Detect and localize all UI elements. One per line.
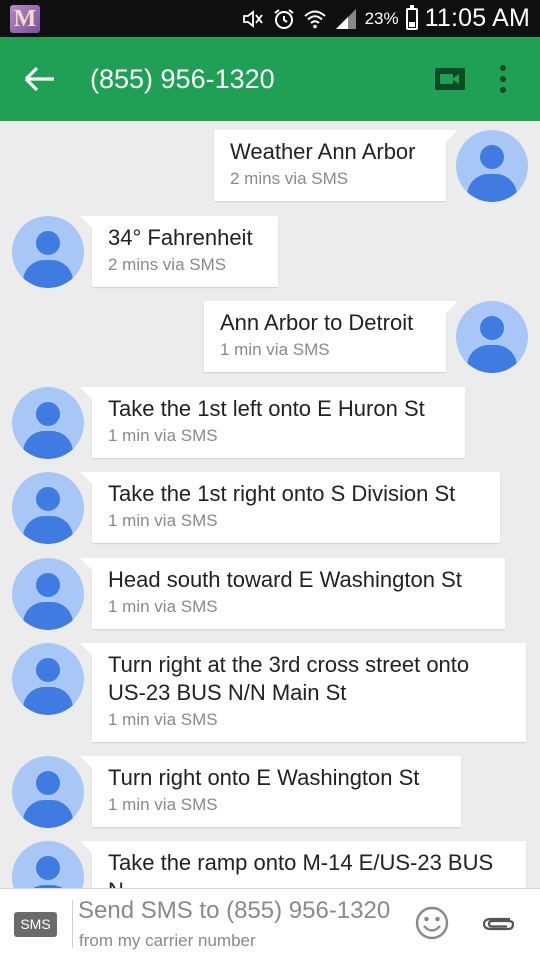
- avatar-contact[interactable]: [12, 643, 84, 715]
- compose-divider: [72, 900, 73, 948]
- conversation-title: (855) 956-1320: [90, 64, 275, 94]
- more-vert-icon[interactable]: [493, 61, 513, 97]
- message-bubble-incoming[interactable]: Turn right at the 3rd cross street onto …: [80, 643, 526, 742]
- message-meta: 1 min via SMS: [108, 511, 218, 530]
- arrow-back-icon[interactable]: [22, 63, 58, 95]
- message-text: 34° Fahrenheit: [108, 225, 253, 250]
- message-meta: 1 min via SMS: [108, 795, 218, 814]
- message-meta: 2 mins via SMS: [230, 169, 349, 188]
- message-text: Turn right onto E Washington St: [108, 765, 420, 790]
- alarm-icon: [273, 8, 294, 29]
- message-bubble-outgoing[interactable]: Ann Arbor to Detroit 1 min via SMS: [204, 301, 458, 372]
- sms-mode-button[interactable]: SMS: [14, 912, 57, 937]
- message-bubble-incoming[interactable]: Head south toward E Washington St 1 min …: [80, 558, 505, 629]
- avatar-contact[interactable]: [12, 841, 84, 888]
- message-bubble-incoming[interactable]: Take the ramp onto M-14 E/US-23 BUS N: [80, 841, 526, 888]
- message-meta: 1 min via SMS: [108, 710, 218, 729]
- avatar-contact[interactable]: [12, 387, 84, 459]
- app-notification-icon: M: [10, 5, 40, 33]
- message-meta: 1 min via SMS: [108, 597, 218, 616]
- message-bubble-incoming[interactable]: Take the 1st right onto S Division St 1 …: [80, 472, 500, 543]
- clock: 11:05 AM: [424, 4, 530, 32]
- avatar-contact[interactable]: [12, 472, 84, 544]
- avatar-contact[interactable]: [12, 558, 84, 630]
- message-text: Take the 1st right onto S Division St: [108, 481, 456, 506]
- avatar-self[interactable]: [456, 301, 528, 373]
- emoji-icon[interactable]: [414, 905, 450, 941]
- video-camera-icon[interactable]: [434, 67, 466, 91]
- message-text: Take the 1st left onto E Huron St: [108, 396, 425, 421]
- battery-percent: 23%: [364, 8, 399, 28]
- message-text: Weather Ann Arbor: [230, 139, 416, 164]
- battery-fill: [408, 22, 415, 27]
- message-text: Turn right at the 3rd cross street onto …: [108, 652, 470, 705]
- message-meta: 2 mins via SMS: [108, 255, 227, 274]
- avatar-contact[interactable]: [12, 756, 84, 828]
- compose-subtext: from my carrier number: [79, 931, 256, 950]
- avatar-self[interactable]: [456, 130, 528, 202]
- battery-icon: [405, 4, 418, 30]
- conversation-toolbar: (855) 956-1320: [0, 37, 540, 121]
- wifi-icon: [303, 10, 326, 28]
- message-bubble-incoming[interactable]: Turn right onto E Washington St 1 min vi…: [80, 756, 461, 827]
- message-meta: 1 min via SMS: [108, 426, 218, 445]
- message-text: Ann Arbor to Detroit: [220, 310, 414, 335]
- mute-icon: [242, 9, 263, 28]
- message-list[interactable]: Weather Ann Arbor 2 mins via SMS 34° Fah…: [0, 121, 540, 888]
- message-bubble-incoming[interactable]: Take the 1st left onto E Huron St 1 min …: [80, 387, 465, 458]
- paperclip-icon[interactable]: [480, 910, 516, 936]
- message-bubble-incoming[interactable]: 34° Fahrenheit 2 mins via SMS: [80, 216, 278, 287]
- message-bubble-outgoing[interactable]: Weather Ann Arbor 2 mins via SMS: [214, 130, 458, 201]
- status-icons: 23% 11:05 AM: [241, 0, 530, 37]
- avatar-contact[interactable]: [12, 216, 84, 288]
- signal-icon: [335, 8, 356, 29]
- status-bar: M 23% 11:05 AM: [0, 0, 540, 37]
- message-text: Take the ramp onto M-14 E/US-23 BUS N: [108, 850, 494, 888]
- message-text: Head south toward E Washington St: [108, 567, 462, 592]
- message-meta: 1 min via SMS: [220, 340, 330, 359]
- message-input[interactable]: [78, 897, 398, 925]
